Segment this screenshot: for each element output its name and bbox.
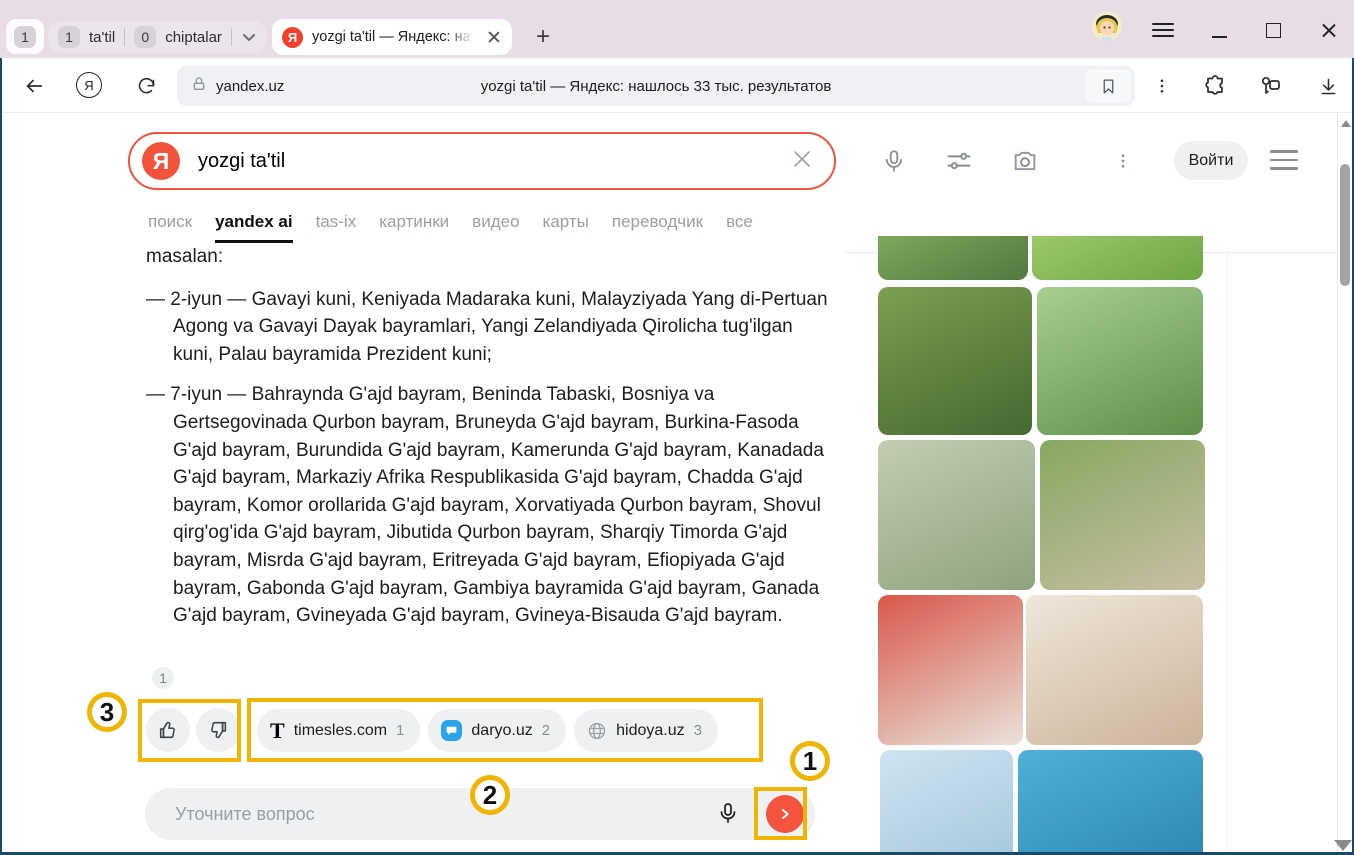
tab-tas-ix[interactable]: tas-ix xyxy=(316,212,357,240)
browser-window: 1 1 ta'til 0 chiptalar Я yozgi ta'til — … xyxy=(0,0,1354,855)
active-tab[interactable]: Я yozgi ta'til — Яндекс: на xyxy=(272,19,512,55)
annotation-box-send xyxy=(754,787,807,840)
tab-maps[interactable]: карты xyxy=(543,212,589,240)
yandex-logo: Я xyxy=(142,142,180,180)
scrollbar-down-arrow[interactable] xyxy=(1334,840,1352,851)
scrollbar-up-arrow[interactable] xyxy=(1341,120,1351,127)
address-page-title: yozgi ta'til — Яндекс: нашлось 33 тыс. р… xyxy=(177,78,1135,95)
tab-group-label[interactable]: ta'til xyxy=(89,29,115,46)
answer-paragraph: — 7-iyun — Bahraynda G'ajd bayram, Benin… xyxy=(146,381,838,629)
clear-search-icon[interactable] xyxy=(790,147,814,176)
yandex-favicon: Я xyxy=(282,27,303,48)
tab-yandex-ai[interactable]: yandex ai xyxy=(215,212,293,243)
answer-paragraph: — 2-iyun — Gavayi kuni, Keniyada Madarak… xyxy=(146,286,838,369)
thumbnail-photo[interactable] xyxy=(878,440,1035,590)
annotation-marker-2: 2 xyxy=(470,775,510,815)
window-border xyxy=(0,58,2,855)
divider xyxy=(231,28,232,46)
search-query-text[interactable]: yozgi ta'til xyxy=(198,150,790,173)
tab-group-count-badge: 1 xyxy=(58,26,80,48)
divider xyxy=(1227,252,1228,852)
thumbnail-photo[interactable] xyxy=(1040,440,1205,590)
tab-groups-collapsed: 1 ta'til 0 chiptalar xyxy=(48,21,267,53)
tab-all[interactable]: все xyxy=(726,212,753,240)
thumbnail-photo[interactable] xyxy=(1037,287,1203,435)
close-tab-icon[interactable] xyxy=(486,29,502,45)
thumbnail-photo[interactable] xyxy=(878,287,1032,435)
lock-icon[interactable] xyxy=(191,76,207,97)
thumbnail-photo[interactable] xyxy=(1032,236,1203,280)
tab-group-current[interactable]: 1 xyxy=(6,19,44,54)
annotation-box-sources xyxy=(247,698,763,762)
image-search-camera-icon[interactable] xyxy=(1010,146,1040,176)
address-bar[interactable]: yandex.uz yozgi ta'til — Яндекс: нашлось… xyxy=(177,66,1135,106)
followup-placeholder: Уточните вопрос xyxy=(175,804,716,825)
close-window-button[interactable] xyxy=(1320,22,1337,39)
browser-toolbar: Я yandex.uz yozgi ta'til — Яндекс: нашло… xyxy=(2,58,1352,113)
tab-images[interactable]: картинки xyxy=(379,212,449,240)
search-kebab-icon[interactable] xyxy=(1108,146,1138,176)
thumbnail-photo[interactable] xyxy=(1026,595,1203,745)
divider xyxy=(124,28,125,46)
yandex-menu-icon[interactable] xyxy=(1270,150,1298,170)
followup-mic-icon[interactable] xyxy=(716,801,742,827)
bookmark-icon[interactable] xyxy=(1085,69,1131,103)
thumbnail-photo[interactable] xyxy=(878,595,1023,745)
annotation-marker-3: 3 xyxy=(87,692,127,732)
annotation-marker-1: 1 xyxy=(790,741,830,781)
voice-search-mic-icon[interactable] xyxy=(879,146,909,176)
maximize-button[interactable] xyxy=(1266,23,1281,38)
thumbnail-photo[interactable] xyxy=(878,236,1028,280)
extensions-puzzle-icon[interactable] xyxy=(1201,72,1229,100)
tab-search[interactable]: поиск xyxy=(148,212,192,240)
chevron-down-icon[interactable] xyxy=(241,29,257,45)
annotation-box-feedback xyxy=(138,699,241,762)
citation-badge[interactable]: 1 xyxy=(152,667,174,689)
downloads-icon[interactable] xyxy=(1314,72,1342,100)
tab-group-count-badge: 1 xyxy=(14,26,36,48)
answer-intro: masalan: xyxy=(146,243,838,271)
tab-title: yozgi ta'til — Яндекс: на xyxy=(312,29,477,45)
login-button[interactable]: Войти xyxy=(1174,141,1248,180)
avatar[interactable] xyxy=(1092,11,1122,41)
thumbnail-photo[interactable] xyxy=(880,750,1013,852)
ai-answer-text: masalan: — 2-iyun — Gavayi kuni, Keniyad… xyxy=(146,243,838,643)
search-box[interactable]: Я yozgi ta'til xyxy=(128,132,836,190)
passwords-key-icon[interactable] xyxy=(1256,72,1284,100)
browser-menu-icon[interactable] xyxy=(1152,23,1174,37)
tab-translate[interactable]: переводчик xyxy=(612,212,703,240)
search-verticals-tabs: поиск yandex ai tas-ix картинки видео ка… xyxy=(148,212,753,243)
toolbar-kebab-icon[interactable] xyxy=(1148,72,1176,100)
thumbnail-photo[interactable] xyxy=(1018,750,1203,852)
reload-icon[interactable] xyxy=(132,72,160,100)
tab-group-count-badge: 0 xyxy=(134,26,156,48)
search-filters-icon[interactable] xyxy=(944,146,974,176)
new-tab-button[interactable]: + xyxy=(528,22,558,52)
back-icon[interactable] xyxy=(20,72,48,100)
minimize-button[interactable] xyxy=(1212,36,1227,38)
scrollbar-thumb[interactable] xyxy=(1340,164,1350,286)
tab-video[interactable]: видео xyxy=(472,212,519,240)
yandex-home-icon[interactable]: Я xyxy=(76,72,102,98)
url-text: yandex.uz xyxy=(216,78,284,95)
tab-group-label[interactable]: chiptalar xyxy=(165,29,222,46)
tab-bar: 1 1 ta'til 0 chiptalar Я yozgi ta'til — … xyxy=(0,0,1354,58)
